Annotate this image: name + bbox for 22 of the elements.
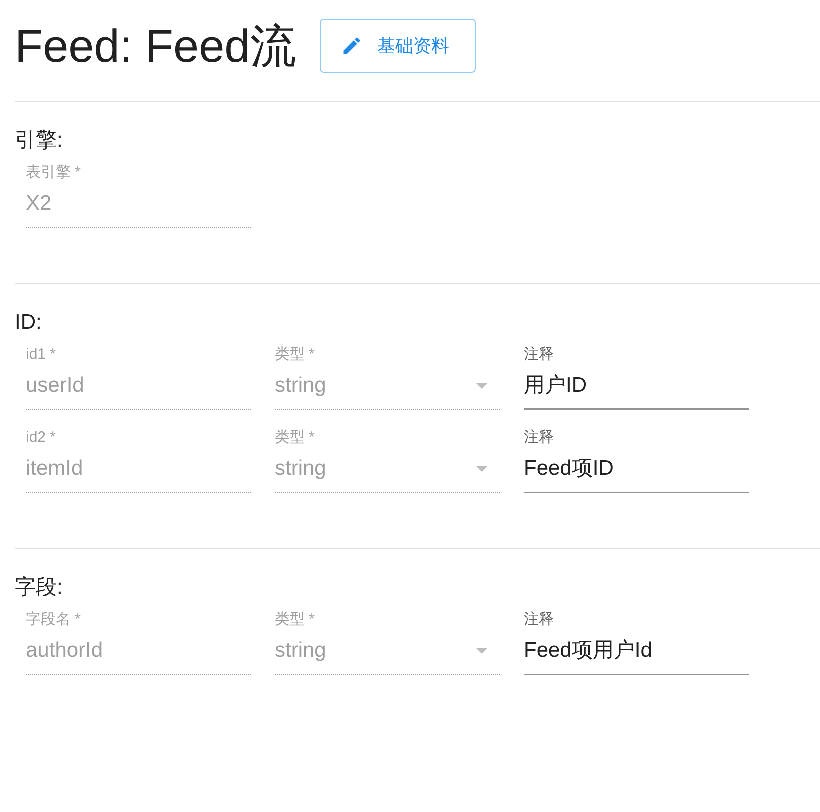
field-label: 类型 * — [275, 610, 316, 630]
page-title: Feed: Feed流 — [15, 23, 296, 69]
edit-button[interactable]: 基础资料 — [320, 19, 476, 73]
section-heading: 引擎: — [15, 129, 64, 153]
section-heading: 字段: — [15, 576, 64, 600]
field-label: 字段名 * — [26, 610, 82, 630]
caret-icon — [476, 466, 488, 472]
pencil-icon — [341, 35, 364, 57]
field-label: 注释 — [524, 345, 555, 365]
field-label: 注释 — [524, 428, 555, 448]
field-label: 类型 * — [275, 345, 316, 365]
caret-icon — [476, 648, 488, 654]
field-label: 类型 * — [275, 428, 316, 448]
field-label: id1 * — [26, 345, 58, 365]
input-field[interactable]: 用户ID — [524, 365, 749, 410]
input-field[interactable]: Feed项用户Id — [524, 630, 749, 675]
field-label: 注释 — [524, 610, 555, 630]
field-label: id2 * — [26, 428, 58, 448]
input-field[interactable]: Feed项ID — [524, 448, 749, 493]
caret-icon — [476, 383, 488, 389]
section-heading: ID: — [15, 311, 43, 335]
field-label: 表引擎 * — [26, 163, 82, 183]
